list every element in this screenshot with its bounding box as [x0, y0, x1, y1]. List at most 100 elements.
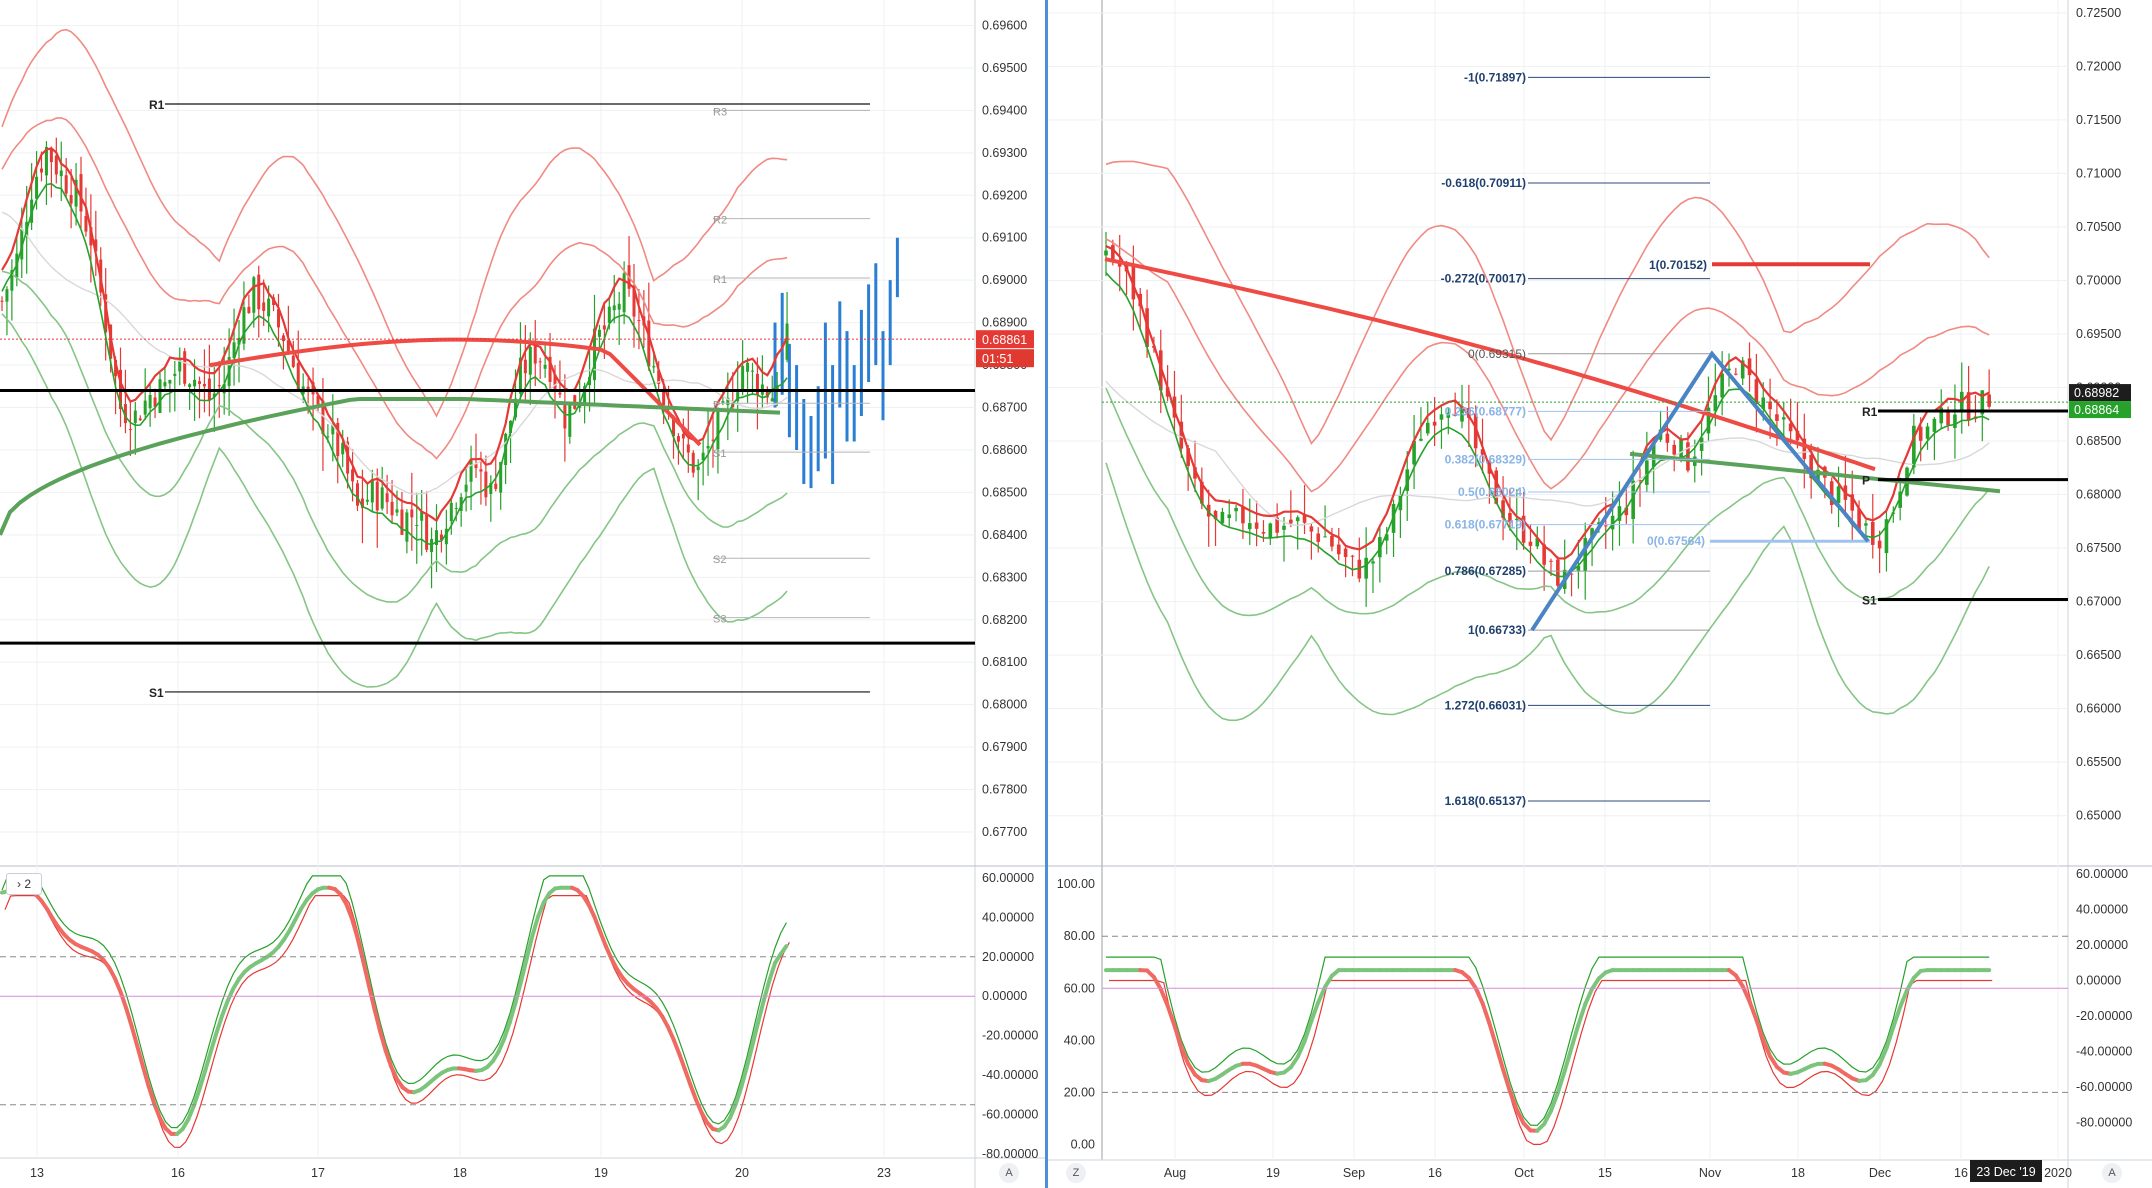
right-x-tick: 2020 [2044, 1166, 2072, 1180]
candle-body [5, 289, 9, 302]
left-y-tick: 0.68200 [982, 613, 1027, 627]
date-badge-text: 23 Dec '19 [1976, 1165, 2035, 1179]
candle-body [1734, 373, 1738, 375]
candle-body [686, 444, 690, 453]
left-x-tick: 19 [594, 1166, 608, 1180]
candle-body [1781, 417, 1786, 420]
day-pivot-label: R1 [713, 274, 727, 286]
candle-body [558, 392, 562, 395]
fib-label: -0.272(0.70017) [1441, 272, 1526, 286]
right-y-tick: 0.67000 [2076, 595, 2121, 609]
right-osc-right-tick: 60.00000 [2076, 867, 2128, 881]
right-x-tick: 16 [1954, 1166, 1968, 1180]
candle-body [173, 373, 177, 376]
right-osc-left-tick: 100.00 [1057, 877, 1095, 891]
candle-body [597, 329, 601, 337]
candle-body [721, 401, 725, 403]
left-y-tick: 0.68100 [982, 655, 1027, 669]
left-y-tick: 0.68000 [982, 698, 1027, 712]
candle-body [1330, 535, 1334, 547]
candle-body [188, 384, 192, 388]
day-pivot-label: S2 [713, 554, 726, 566]
candle-body [1768, 401, 1772, 410]
candle-body [351, 469, 355, 482]
candle-body [163, 382, 167, 387]
candle-body [563, 402, 567, 429]
right-osc-right-tick: -40.00000 [2076, 1045, 2132, 1059]
fib-top-label: 1(0.70152) [1649, 258, 1707, 272]
candle-body [281, 335, 285, 342]
candle-body [380, 487, 384, 509]
retracement-label: 1(0.66733) [1468, 623, 1526, 637]
candle-body [464, 484, 468, 492]
candle-body [385, 493, 389, 503]
candle-body [168, 379, 172, 384]
last-price-text: 0.68861 [982, 333, 1027, 347]
candle-body [449, 502, 453, 522]
candle-body [1603, 525, 1608, 527]
right-osc-right-tick: -80.00000 [2076, 1116, 2132, 1130]
candle-body [1323, 536, 1327, 538]
candle-body [183, 351, 187, 384]
candle-body [257, 274, 261, 310]
candle-body [479, 469, 483, 472]
left-y-tick: 0.69200 [982, 188, 1027, 202]
day-pivot-label: S3 [713, 614, 726, 626]
candle-body [1309, 526, 1314, 532]
candle-body [148, 394, 152, 409]
candle-body [523, 359, 527, 374]
left-axis-auto-button[interactable]: A [999, 1163, 1019, 1183]
fib-label: 1.618(0.65137) [1445, 794, 1526, 808]
candle-body [375, 481, 379, 511]
day-pivot-label: S1 [713, 448, 726, 460]
right-osc-left-tick: 80.00 [1064, 929, 1095, 943]
candle-body [1350, 555, 1355, 557]
right-x-tick: Dec [1869, 1166, 1891, 1180]
right-y-tick: 0.65000 [2076, 809, 2121, 823]
candle-body [1754, 379, 1759, 403]
right-x-tick: Nov [1699, 1166, 1722, 1180]
left-y-tick: 0.69500 [982, 61, 1027, 75]
candle-body [356, 483, 359, 506]
left-osc-y-tick: -40.00000 [982, 1068, 1038, 1082]
candle-body [1234, 507, 1238, 512]
indicator-count: 2 [24, 877, 32, 891]
pivot-label: S1 [1862, 593, 1877, 607]
candle-body [602, 325, 606, 330]
candle-body [84, 215, 88, 232]
candle-body [1419, 438, 1423, 441]
candle-body [158, 379, 162, 413]
pivot-label: R1 [1862, 405, 1878, 419]
candle-body [202, 383, 206, 387]
candle-body [706, 446, 710, 449]
candle-body [138, 418, 142, 421]
left-y-tick: 0.68400 [982, 528, 1027, 542]
candle-body [1528, 541, 1533, 546]
candle-body [454, 508, 458, 510]
retracement-label: 0.382(0.68329) [1445, 452, 1526, 466]
candle-body [741, 366, 745, 392]
candle-body [676, 436, 680, 442]
left-y-tick: 0.68700 [982, 401, 1027, 415]
left-y-tick: 0.68900 [982, 316, 1027, 330]
right-y-tick: 0.72000 [2076, 59, 2121, 73]
indicator-toggle[interactable]: › 2 [6, 873, 42, 895]
candle-body [1336, 544, 1341, 555]
right-x-tick: 16 [1428, 1166, 1442, 1180]
candle-body [1289, 519, 1293, 524]
candle-body [1227, 514, 1232, 519]
candle-body [1918, 426, 1923, 441]
right-zoom-button[interactable]: Z [1066, 1163, 1086, 1183]
right-y-tick: 0.68000 [2076, 488, 2121, 502]
candle-body [247, 306, 251, 314]
right-y-tick: 0.71500 [2076, 113, 2121, 127]
candle-body [1295, 517, 1300, 522]
right-axis-auto-button[interactable]: A [2102, 1163, 2122, 1183]
candle-body [746, 362, 750, 372]
candle-body [494, 483, 498, 489]
candle-body [1241, 506, 1245, 524]
candle-body [568, 403, 572, 437]
left-osc-y-tick: 0.00000 [982, 989, 1027, 1003]
candle-body [405, 512, 409, 542]
left-x-tick: 20 [735, 1166, 749, 1180]
